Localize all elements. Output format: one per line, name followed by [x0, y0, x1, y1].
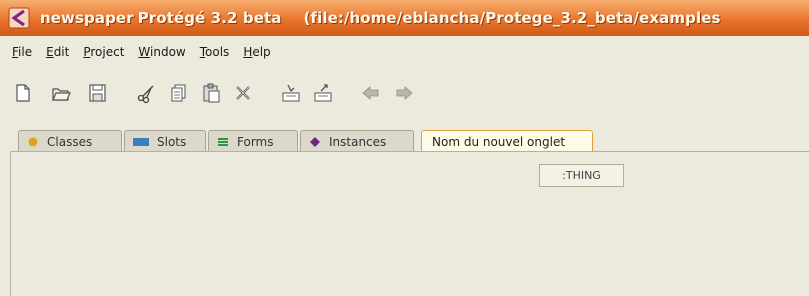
- open-folder-icon[interactable]: [50, 82, 72, 104]
- window-title-app: Protégé 3.2 beta: [137, 9, 282, 27]
- export-icon[interactable]: [312, 82, 334, 104]
- menu-help[interactable]: Help: [243, 45, 270, 59]
- slots-rect-icon: [133, 137, 149, 146]
- import-icon[interactable]: [280, 82, 302, 104]
- paste-icon[interactable]: [200, 82, 222, 104]
- window-title-project: newspaper: [40, 9, 134, 27]
- menu-tools[interactable]: Tools: [200, 45, 230, 59]
- new-file-icon[interactable]: [12, 82, 34, 104]
- redo-icon[interactable]: [393, 82, 415, 104]
- menu-edit[interactable]: Edit: [46, 45, 69, 59]
- copy-icon[interactable]: [168, 82, 190, 104]
- menu-file[interactable]: File: [12, 45, 32, 59]
- undo-icon[interactable]: [360, 82, 382, 104]
- protege-logo-icon: [8, 7, 30, 29]
- save-icon[interactable]: [86, 82, 108, 104]
- tab-classes[interactable]: Classes: [18, 130, 122, 152]
- menu-bar: File Edit Project Window Tools Help: [0, 36, 809, 68]
- cut-icon[interactable]: [135, 82, 157, 104]
- delete-icon[interactable]: [232, 82, 254, 104]
- tab-nom-du-nouvel-onglet[interactable]: Nom du nouvel onglet: [421, 130, 593, 152]
- tab-content-panel: [10, 151, 809, 296]
- menu-project[interactable]: Project: [83, 45, 124, 59]
- forms-lines-icon: [218, 137, 228, 146]
- thing-class-node[interactable]: :THING: [539, 164, 624, 187]
- tab-instances[interactable]: Instances: [300, 130, 414, 152]
- tab-forms[interactable]: Forms: [208, 130, 298, 152]
- classes-circle-icon: [28, 137, 38, 146]
- toolbar: [0, 68, 809, 120]
- tab-strip: Classes Slots Forms Instances Nom du nou…: [0, 124, 809, 154]
- menu-window[interactable]: Window: [138, 45, 185, 59]
- tab-slots[interactable]: Slots: [124, 130, 206, 152]
- protege-window: newspaper Protégé 3.2 beta (file:/home/e…: [0, 0, 809, 296]
- window-title-file: (file:/home/eblancha/Protege_3.2_beta/ex…: [303, 9, 721, 27]
- title-bar[interactable]: newspaper Protégé 3.2 beta (file:/home/e…: [0, 0, 809, 36]
- instances-diamond-icon: [310, 136, 320, 147]
